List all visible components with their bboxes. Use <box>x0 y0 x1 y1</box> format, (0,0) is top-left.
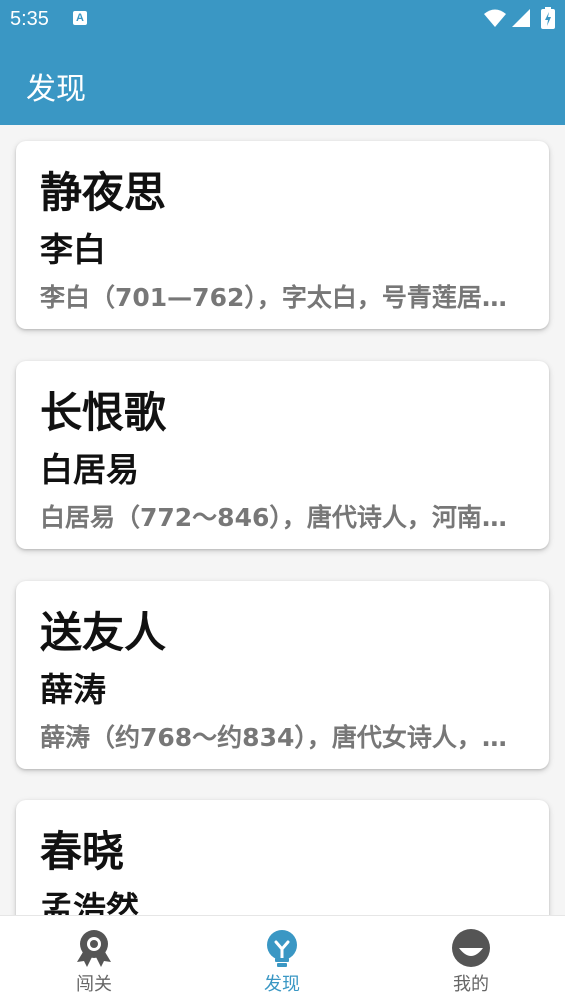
poem-author-intro: 薛涛（约768～约834），唐代女诗人，字洪度 <box>40 723 526 752</box>
battery-icon <box>541 7 555 29</box>
poem-author: 李白 <box>40 230 106 269</box>
poem-title: 长恨歌 <box>40 388 167 437</box>
poem-title: 春晓 <box>40 827 125 876</box>
poem-author-intro: 李白（701—762），字太白，号青莲居士，唐代诗人 <box>40 283 526 312</box>
notification-a-icon: A <box>73 11 87 25</box>
poem-card[interactable]: 长恨歌 白居易 白居易（772～846），唐代诗人，河南新郑人 <box>16 361 549 549</box>
poem-title: 送友人 <box>40 608 167 657</box>
wifi-icon <box>484 9 506 27</box>
status-time: 5:35 <box>10 8 49 30</box>
poem-title: 静夜思 <box>40 168 167 217</box>
status-bar: 5:35 A <box>0 0 565 38</box>
app-bar: 5:35 A 发现 <box>0 0 565 125</box>
poem-author-intro: 白居易（772～846），唐代诗人，河南新郑人 <box>40 503 526 532</box>
medal-icon <box>77 930 111 967</box>
poem-card[interactable]: 春晓 孟浩然 <box>16 800 549 915</box>
bottom-nav: 闯关 发现 我的 <box>0 915 565 1005</box>
tab-label: 发现 <box>264 974 300 995</box>
tab-discover[interactable]: 发现 <box>188 916 376 1005</box>
tab-label: 我的 <box>453 974 489 995</box>
page-title: 发现 <box>26 72 86 107</box>
tab-profile[interactable]: 我的 <box>377 916 565 1005</box>
poem-author: 薛涛 <box>40 670 106 709</box>
poem-card[interactable]: 送友人 薛涛 薛涛（约768～约834），唐代女诗人，字洪度 <box>16 581 549 769</box>
user-face-icon <box>452 929 490 967</box>
tab-challenge[interactable]: 闯关 <box>0 916 188 1005</box>
poem-card[interactable]: 静夜思 李白 李白（701—762），字太白，号青莲居士，唐代诗人 <box>16 141 549 329</box>
signal-icon <box>512 9 530 27</box>
poem-author: 孟浩然 <box>40 889 139 915</box>
lightbulb-icon <box>267 930 297 967</box>
poem-list[interactable]: 静夜思 李白 李白（701—762），字太白，号青莲居士，唐代诗人 长恨歌 白居… <box>0 125 565 915</box>
poem-author: 白居易 <box>40 450 139 489</box>
tab-label: 闯关 <box>76 974 112 995</box>
